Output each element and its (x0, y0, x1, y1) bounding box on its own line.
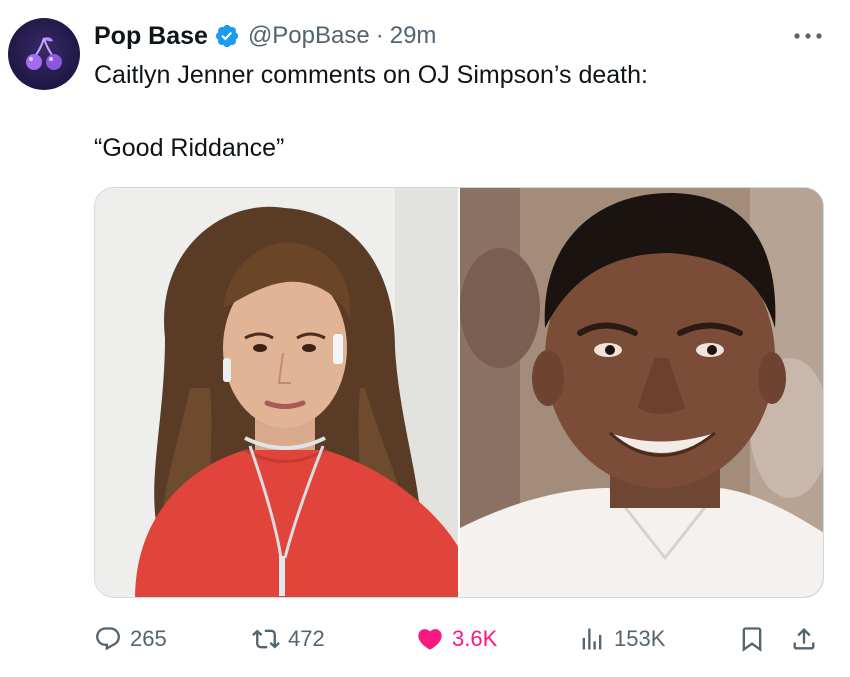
views-button[interactable]: 153K (578, 617, 665, 661)
reply-button[interactable]: 265 (94, 617, 167, 661)
photo-woman-red-dress[interactable] (95, 188, 458, 597)
avatar[interactable] (8, 18, 80, 90)
tweet-text-quote: “Good Riddance” (94, 134, 285, 162)
views-icon (582, 628, 602, 650)
like-count: 3.6K (452, 626, 498, 651)
tweet-header: Pop Base @PopBase · 29m (94, 19, 436, 53)
bookmark-button[interactable] (738, 617, 766, 661)
photo-smiling-man[interactable] (460, 188, 823, 597)
heart-icon (418, 629, 442, 650)
media-grid (94, 187, 824, 598)
like-button[interactable]: 3.6K (416, 617, 497, 661)
repost-count: 472 (288, 626, 325, 651)
timestamp[interactable]: 29m (390, 22, 437, 50)
reply-icon (96, 627, 120, 651)
verified-badge-icon[interactable] (214, 23, 240, 49)
repost-icon (252, 629, 280, 649)
cherries-icon (26, 37, 62, 70)
reply-count: 265 (130, 626, 167, 651)
repost-button[interactable]: 472 (252, 617, 325, 661)
share-icon (793, 628, 815, 650)
action-bar: 265 472 3.6K 153K (94, 617, 824, 661)
more-button[interactable] (790, 22, 826, 50)
views-count: 153K (614, 626, 666, 651)
tweet-text: Caitlyn Jenner comments on OJ Simpson’s … (94, 60, 814, 163)
share-button[interactable] (790, 617, 818, 661)
display-name[interactable]: Pop Base (94, 22, 208, 51)
handle[interactable]: @PopBase (248, 22, 370, 50)
more-icon (794, 33, 822, 39)
bookmark-icon (742, 627, 762, 652)
separator-dot: · (375, 22, 384, 49)
tweet-text-line: Caitlyn Jenner comments on OJ Simpson’s … (94, 61, 648, 89)
